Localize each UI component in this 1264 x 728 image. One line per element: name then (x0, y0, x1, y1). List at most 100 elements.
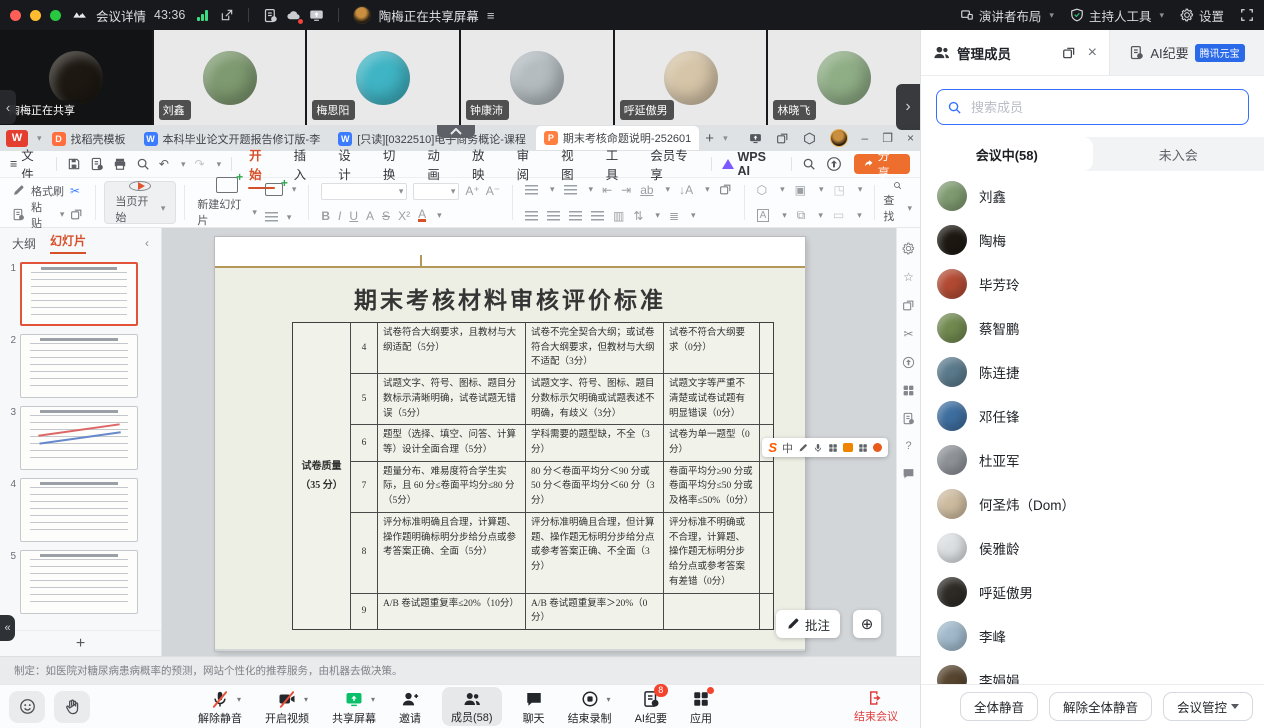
participant-tile[interactable]: 呼延傲男 (615, 30, 767, 125)
maximize-window-button[interactable] (50, 10, 61, 21)
member-row[interactable]: 陈连捷 (921, 350, 1264, 394)
apps-button[interactable]: 应用 (688, 688, 714, 726)
member-row[interactable]: 呼延傲男 (921, 570, 1264, 614)
star-icon[interactable]: ☆ (903, 270, 914, 284)
new-tab-button[interactable]: + (701, 130, 718, 147)
grid-icon[interactable] (902, 384, 915, 397)
find-button[interactable]: 查找▾ (883, 181, 912, 224)
copy-icon[interactable] (70, 208, 83, 221)
undo-icon[interactable]: ↶ (159, 157, 169, 171)
fullscreen-button[interactable] (1240, 8, 1254, 22)
cloud-record-icon[interactable] (286, 8, 301, 23)
slide-layout-icon[interactable] (265, 183, 283, 196)
slide[interactable]: 期末考核材料审核评价标准 试卷质量（35 分） 4 试卷符合大纲要求，且教材与大… (215, 237, 805, 651)
slide-thumbnail[interactable] (20, 406, 138, 470)
doc-icon[interactable] (902, 412, 915, 425)
mute-all-button[interactable]: 全体静音 (960, 692, 1038, 721)
layers-icon[interactable] (902, 299, 915, 312)
quickbar-dropdown-icon[interactable]: ▾ (217, 159, 222, 170)
tab-manage-members[interactable]: 管理成员 × (921, 30, 1109, 75)
stop-record-button[interactable]: ▾ 结束录制 (566, 688, 614, 726)
save-icon[interactable] (67, 157, 81, 171)
popout-icon[interactable] (1062, 46, 1076, 60)
segment-in-meeting[interactable]: 会议中(58) (921, 137, 1093, 171)
slide-thumbnail[interactable] (20, 262, 138, 326)
menu-item[interactable]: 设计 (337, 141, 364, 187)
ime-mic-icon[interactable] (813, 443, 823, 453)
strip-scroll-left-button[interactable]: ‹ (0, 90, 16, 124)
tool-icon[interactable] (902, 242, 915, 255)
settings-button[interactable]: 设置 (1180, 6, 1224, 25)
ime-grid-icon[interactable] (858, 443, 868, 453)
align-center-icon[interactable] (547, 211, 560, 221)
menu-item[interactable]: 放映 (471, 141, 498, 187)
format-painter-icon[interactable] (12, 184, 25, 197)
member-row[interactable]: 陶梅 (921, 218, 1264, 262)
menu-item[interactable]: 切换 (382, 141, 409, 187)
meeting-controls-button[interactable]: 会议管控 (1163, 692, 1253, 721)
host-tools-button[interactable]: 主持人工具▾ (1070, 6, 1164, 25)
slide-thumbnail[interactable] (20, 334, 138, 398)
char-spacing-icon[interactable]: A (366, 209, 374, 223)
participant-tile[interactable]: 钟康沛 (461, 30, 613, 125)
strikethrough-icon[interactable]: S (382, 209, 390, 223)
menu-item[interactable]: 会员专享 (649, 141, 700, 187)
paste-icon[interactable] (12, 208, 25, 221)
menu-item[interactable]: 插入 (293, 141, 320, 187)
sharing-options-icon[interactable]: ≡ (487, 8, 495, 23)
align-right-icon[interactable] (569, 211, 582, 221)
fill-color-icon[interactable]: ◳ (833, 183, 844, 197)
font-color-icon[interactable]: A (418, 209, 426, 223)
segment-not-joined[interactable]: 未入会 (1093, 137, 1264, 171)
slide-thumbnail[interactable] (20, 550, 138, 614)
ime-skin-icon[interactable] (873, 443, 882, 452)
text-box-icon[interactable]: A (757, 209, 770, 222)
tab-outline[interactable]: 大纲 (12, 235, 36, 252)
chevron-down-icon[interactable]: ▾ (37, 133, 42, 144)
member-row[interactable]: 毕芳玲 (921, 262, 1264, 306)
member-row[interactable]: 刘鑫 (主持人, 我) (921, 174, 1264, 218)
member-row[interactable]: 侯雅龄 (921, 526, 1264, 570)
close-icon[interactable]: × (907, 131, 914, 145)
ime-pen-icon[interactable] (798, 443, 808, 453)
doc-status-icon[interactable] (263, 8, 278, 23)
minimize-window-button[interactable] (30, 10, 41, 21)
audio-route-icon[interactable] (309, 8, 324, 23)
members-button[interactable]: 成员(58) (442, 687, 502, 726)
collapse-panel-icon[interactable]: ‹ (145, 236, 149, 250)
tab-list-dropdown-icon[interactable]: ▾ (723, 133, 728, 144)
paragraph-icon[interactable]: ≣ (669, 209, 679, 223)
redo-icon[interactable]: ↷ (195, 157, 205, 171)
slide-master-icon[interactable]: ▭ (833, 208, 844, 222)
member-row[interactable]: 邓任锋 (921, 394, 1264, 438)
collapse-left-button[interactable]: « (0, 615, 15, 641)
input-method-toolbar[interactable]: S 中 (762, 438, 888, 457)
close-icon[interactable]: × (1088, 44, 1097, 62)
share-screen-button[interactable]: ▾ 共享屏幕 (330, 688, 378, 726)
minimize-icon[interactable]: – (862, 131, 869, 145)
document-tab[interactable]: D 找稻壳模板 (44, 128, 134, 150)
close-window-button[interactable] (10, 10, 21, 21)
add-slide-button[interactable]: + (0, 630, 161, 656)
participant-tile[interactable]: 刘鑫 (154, 30, 306, 125)
workspace-icon[interactable] (803, 132, 816, 145)
play-from-current-button[interactable]: 当页开始▾ (104, 181, 176, 224)
paste-label[interactable]: 粘贴 (31, 199, 51, 231)
member-row[interactable]: 杜亚军 (921, 438, 1264, 482)
annotate-button[interactable]: 批注 (776, 610, 840, 638)
strip-scroll-right-button[interactable]: › (896, 84, 920, 130)
member-row[interactable]: 蔡智鹏 (921, 306, 1264, 350)
external-share-icon[interactable] (220, 8, 234, 22)
ime-toolbox-icon[interactable] (843, 443, 853, 452)
restore-icon[interactable]: ❐ (882, 131, 893, 145)
layout-switcher[interactable]: 演讲者布局▾ (960, 6, 1054, 25)
cut-icon[interactable]: ✂ (903, 327, 913, 341)
raise-hand-button[interactable] (54, 691, 90, 723)
slide-thumbnail[interactable] (20, 478, 138, 542)
tab-slides[interactable]: 幻灯片 (50, 232, 86, 254)
speaker-notes-bar[interactable]: 制定：如医院对糖尿病患病概率的预测，网站个性化的推荐服务，由机器去做决策。 (0, 656, 920, 684)
format-painter-label[interactable]: 格式刷 (31, 183, 64, 199)
member-row[interactable]: 何圣炜（Dom） (921, 482, 1264, 526)
align-left-icon[interactable] (525, 211, 538, 221)
new-window-icon[interactable] (776, 132, 789, 145)
